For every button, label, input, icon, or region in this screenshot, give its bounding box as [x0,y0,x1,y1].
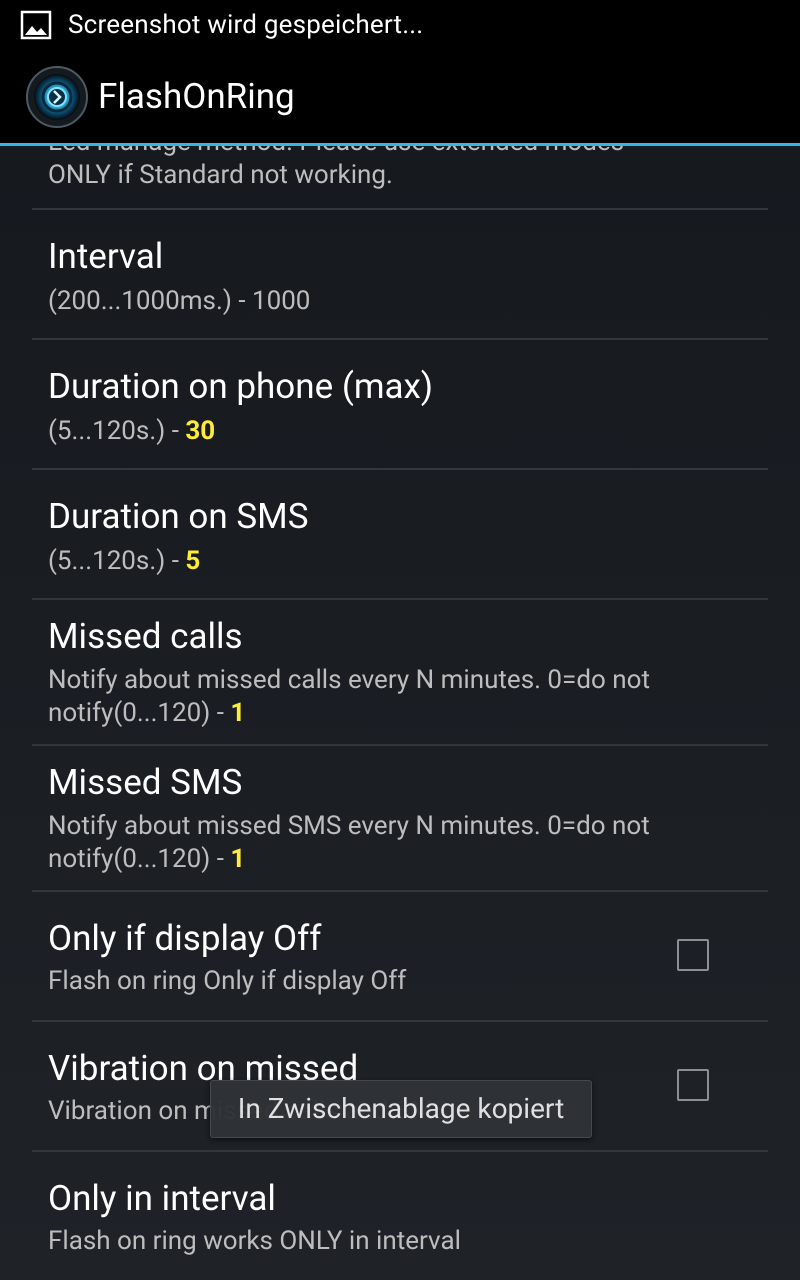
app-title: FlashOnRing [98,76,295,117]
pref-missed-sms-title: Missed SMS [48,762,243,803]
pref-missed-sms-range: notify(0...120) - [48,844,231,874]
pref-duration-sms-value: 5 [185,546,201,576]
pref-missed-calls-value: 1 [230,698,246,728]
pref-missed-calls-range: notify(0...120) - [48,698,231,728]
vibration-missed-checkbox[interactable] [677,1069,709,1101]
pref-interval-summary: (200...1000ms.) - 1000 [48,286,311,316]
pref-display-off-summary: Flash on ring Only if display Off [48,966,407,996]
pref-only-interval-summary: Flash on ring works ONLY in interval [48,1226,461,1256]
pref-interval[interactable]: Interval (200...1000ms.) - 1000 [32,210,768,338]
pref-interval-title: Interval [48,236,164,277]
pref-duration-sms-title: Duration on SMS [48,496,309,537]
pref-missed-calls-summary-line1: Notify about missed calls every N minute… [48,665,650,695]
status-notification-text: Screenshot wird gespeichert... [68,10,424,40]
pref-missed-calls[interactable]: Missed calls Notify about missed calls e… [32,600,768,744]
pref-missed-sms-summary-line1: Notify about missed SMS every N minutes.… [48,811,650,841]
pref-duration-phone[interactable]: Duration on phone (max) (5...120s.) - 30 [32,340,768,468]
pref-only-interval[interactable]: Only in interval Flash on ring works ONL… [32,1152,768,1280]
display-off-checkbox[interactable] [677,939,709,971]
pref-only-interval-title: Only in interval [48,1178,276,1219]
pref-led-method[interactable]: Led manage method. Please use extended m… [32,146,768,208]
pref-duration-phone-value: 30 [185,416,216,446]
pref-missed-calls-summary-line2: notify(0...120) - 1 [48,697,245,730]
image-icon [20,10,52,40]
pref-duration-sms-summary: (5...120s.) - 5 [48,545,200,578]
pref-led-method-summary-line1: Led manage method. Please use extended m… [48,146,624,159]
pref-display-off-title: Only if display Off [48,918,322,959]
status-bar: Screenshot wird gespeichert... [0,0,800,50]
pref-duration-phone-title: Duration on phone (max) [48,366,434,407]
pref-missed-sms-summary-line2: notify(0...120) - 1 [48,843,245,876]
pref-duration-sms-range: (5...120s.) - [48,546,186,576]
pref-missed-sms[interactable]: Missed SMS Notify about missed SMS every… [32,746,768,890]
action-bar: FlashOnRing [0,50,800,146]
pref-led-method-summary-line2: ONLY if Standard not working. [48,160,393,190]
pref-missed-sms-value: 1 [230,844,246,874]
pref-duration-phone-range: (5...120s.) - [48,416,186,446]
pref-duration-phone-summary: (5...120s.) - 30 [48,415,215,448]
pref-display-off[interactable]: Only if display Off Flash on ring Only i… [32,892,768,1020]
pref-duration-sms[interactable]: Duration on SMS (5...120s.) - 5 [32,470,768,598]
pref-missed-calls-title: Missed calls [48,616,243,657]
flashonring-app-icon[interactable] [26,65,88,128]
toast-message: In Zwischenablage kopiert [210,1080,592,1138]
